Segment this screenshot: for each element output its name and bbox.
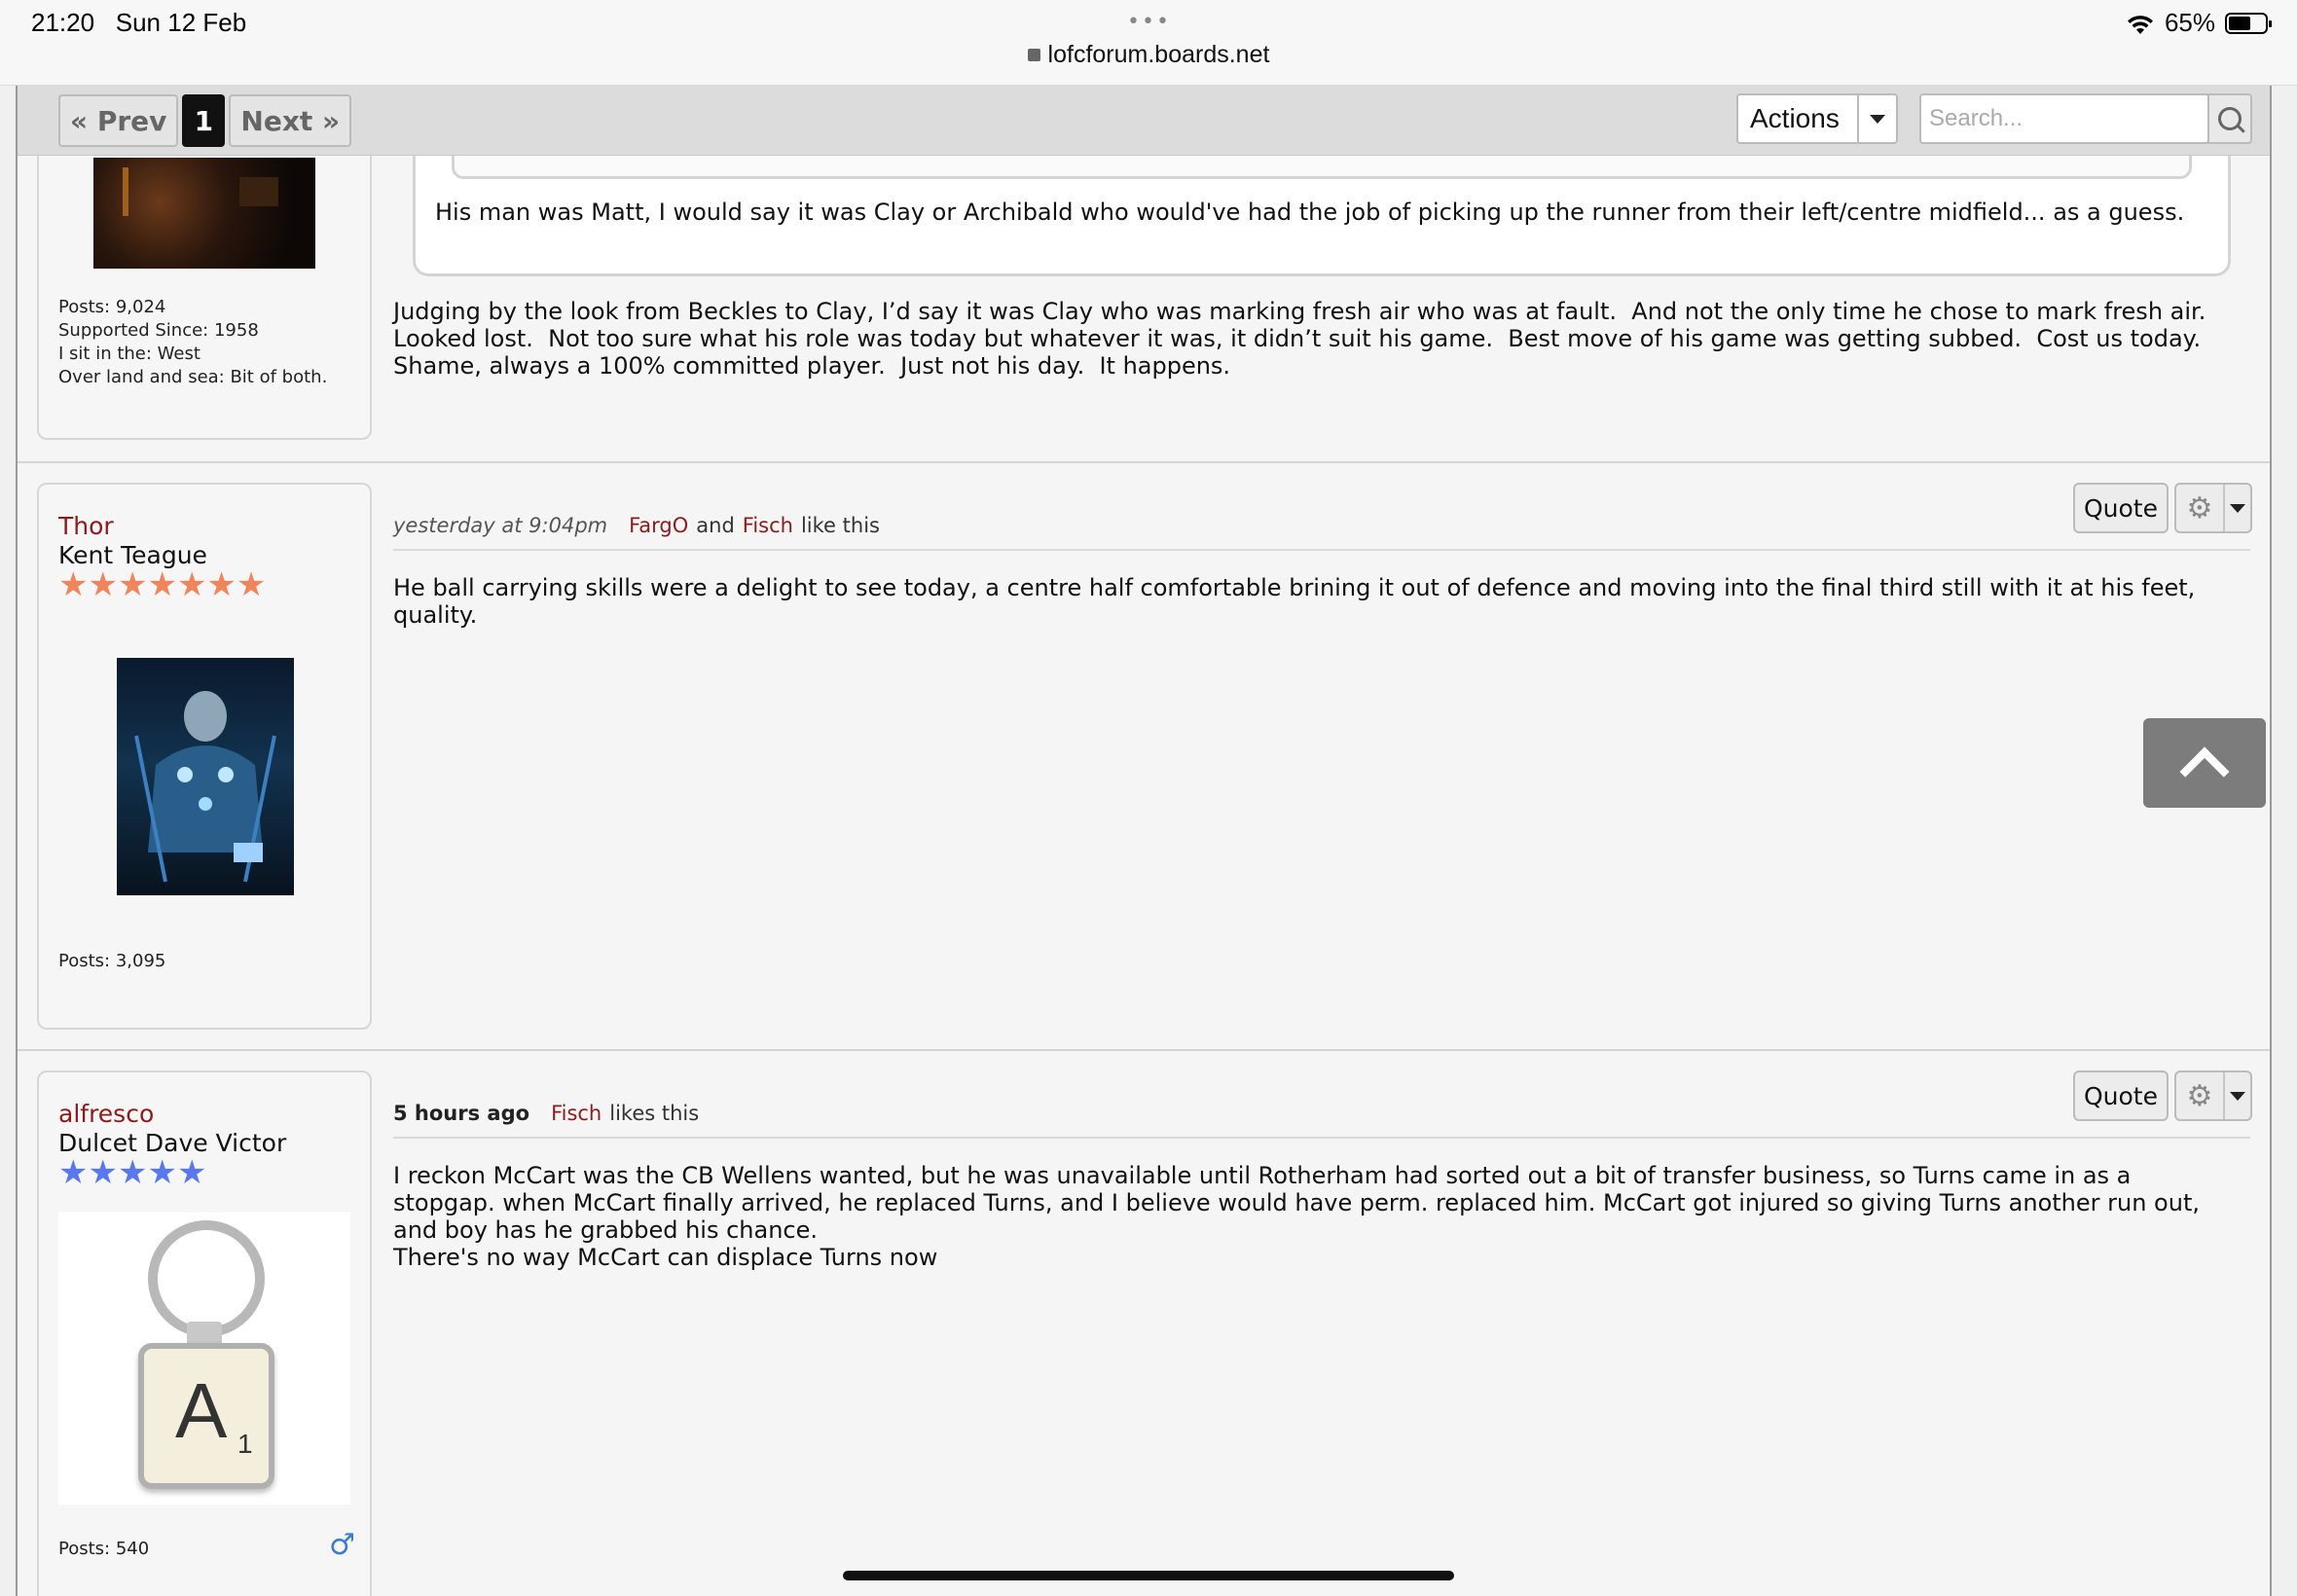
post-body: I reckon McCart was the CB Wellens wante…	[393, 1162, 2200, 1271]
rank-star-icon: ★	[58, 1153, 89, 1192]
post-time[interactable]: yesterday at 9:04pm	[393, 514, 607, 537]
rank-star-icon: ★	[176, 565, 207, 604]
stat-land-sea: Over land and sea: Bit of both.	[58, 367, 328, 387]
pagination: « Prev 1 Next »	[58, 94, 352, 147]
rank-star-icon: ★	[88, 565, 118, 604]
stat-posts: Posts: 540	[58, 1539, 150, 1559]
post-body: Judging by the look from Beckles to Clay…	[393, 298, 2221, 380]
battery-percent: 65%	[2164, 8, 2215, 37]
quote-button[interactable]: Quote	[2073, 483, 2169, 533]
rank-star-icon: ★	[147, 565, 177, 604]
rank-star-icon: ★	[147, 1153, 177, 1192]
rank-stars: ★ ★ ★ ★ ★	[58, 1156, 206, 1189]
gear-icon: ⚙	[2176, 1072, 2225, 1119]
post-options-button[interactable]: ⚙	[2174, 1070, 2252, 1121]
gear-icon: ⚙	[2176, 485, 2225, 531]
url-text: lofcforum.boards.net	[1047, 41, 1270, 68]
quote-text: His man was Matt, I would say it was Cla…	[435, 199, 2185, 226]
stat-sit-in: I sit in the: West	[58, 344, 201, 364]
lock-icon	[1027, 49, 1040, 61]
male-gender-icon: ♂	[329, 1528, 355, 1562]
multitask-dots-icon[interactable]: •••	[1127, 10, 1171, 34]
post-time[interactable]: 5 hours ago	[393, 1102, 529, 1125]
post-meta: yesterday at 9:04pm FargO and Fisch like…	[393, 514, 880, 537]
post-body: He ball carrying skills were a delight t…	[393, 574, 2203, 629]
likes-suffix: likes this	[609, 1102, 700, 1125]
username-link[interactable]: alfresco	[58, 1100, 154, 1128]
chevron-up-icon	[2179, 746, 2230, 797]
liker-link[interactable]: FargO	[629, 514, 688, 537]
avatar-subscript: 1	[237, 1429, 253, 1459]
rank-star-icon: ★	[117, 1153, 148, 1192]
chevron-down-icon[interactable]	[1857, 95, 1896, 142]
forum-thread: « Prev 1 Next » Actions Posts: 9,024 Sup…	[16, 86, 2272, 1596]
divider	[393, 1137, 2250, 1139]
stat-posts: Posts: 9,024	[58, 297, 166, 317]
username-link[interactable]: Thor	[58, 512, 114, 540]
post-meta: 5 hours ago Fisch likes this	[393, 1102, 699, 1125]
home-indicator[interactable]	[843, 1571, 1454, 1580]
likes-join: and	[696, 514, 735, 537]
status-bar: 21:20 Sun 12 Feb ••• lofcforum.boards.ne…	[0, 0, 2297, 86]
liker-link[interactable]: Fisch	[743, 514, 793, 537]
status-right: 65%	[2126, 8, 2272, 38]
avatar	[117, 658, 294, 895]
rank-star-icon: ★	[176, 1153, 207, 1192]
chevron-down-icon	[2225, 1072, 2250, 1119]
next-page-button[interactable]: Next »	[229, 94, 352, 147]
search-icon	[2218, 107, 2242, 130]
divider	[393, 549, 2250, 551]
stat-supported-since: Supported Since: 1958	[58, 320, 259, 341]
current-page[interactable]: 1	[182, 94, 226, 147]
wifi-icon	[2126, 13, 2155, 34]
actions-label: Actions	[1750, 103, 1840, 133]
search-input[interactable]	[1919, 93, 2209, 144]
status-time: 21:20 Sun 12 Feb	[31, 8, 247, 37]
rank-star-icon: ★	[58, 565, 89, 604]
nested-quote-edge	[452, 156, 2192, 179]
avatar: A 1	[58, 1213, 350, 1505]
liker-link[interactable]: Fisch	[551, 1102, 602, 1125]
post-options-button[interactable]: ⚙	[2174, 483, 2252, 533]
stat-posts: Posts: 3,095	[58, 951, 166, 971]
thread-toolbar: « Prev 1 Next » Actions	[18, 86, 2270, 156]
post: Thor Kent Teague ★ ★ ★ ★ ★ ★ ★ Posts: 3,095 ye…	[18, 463, 2270, 1051]
likes-suffix: like this	[800, 514, 880, 537]
avatar	[93, 158, 315, 269]
scroll-to-top-button[interactable]	[2143, 718, 2266, 808]
rank-star-icon: ★	[88, 1153, 118, 1192]
rank-star-icon: ★	[117, 565, 148, 604]
avatar-letter: A	[175, 1367, 228, 1454]
battery-icon	[2225, 12, 2272, 34]
address-bar[interactable]: lofcforum.boards.net	[0, 41, 2297, 69]
rank-stars: ★ ★ ★ ★ ★ ★ ★	[58, 568, 266, 601]
chevron-down-icon	[2225, 485, 2250, 531]
user-profile-card: Thor Kent Teague ★ ★ ★ ★ ★ ★ ★ Posts: 3,095	[37, 483, 372, 1030]
user-profile-card: alfresco Dulcet Dave Victor ★ ★ ★ ★ ★ A 1 Po…	[37, 1070, 372, 1596]
search-button[interactable]	[2207, 93, 2252, 144]
post: alfresco Dulcet Dave Victor ★ ★ ★ ★ ★ A 1 Po…	[18, 1051, 2270, 1596]
quote-button[interactable]: Quote	[2073, 1070, 2169, 1121]
actions-dropdown[interactable]: Actions	[1736, 93, 1898, 144]
rank-star-icon: ★	[206, 565, 237, 604]
rank-star-icon: ★	[236, 565, 267, 604]
prev-page-button[interactable]: « Prev	[58, 94, 179, 147]
